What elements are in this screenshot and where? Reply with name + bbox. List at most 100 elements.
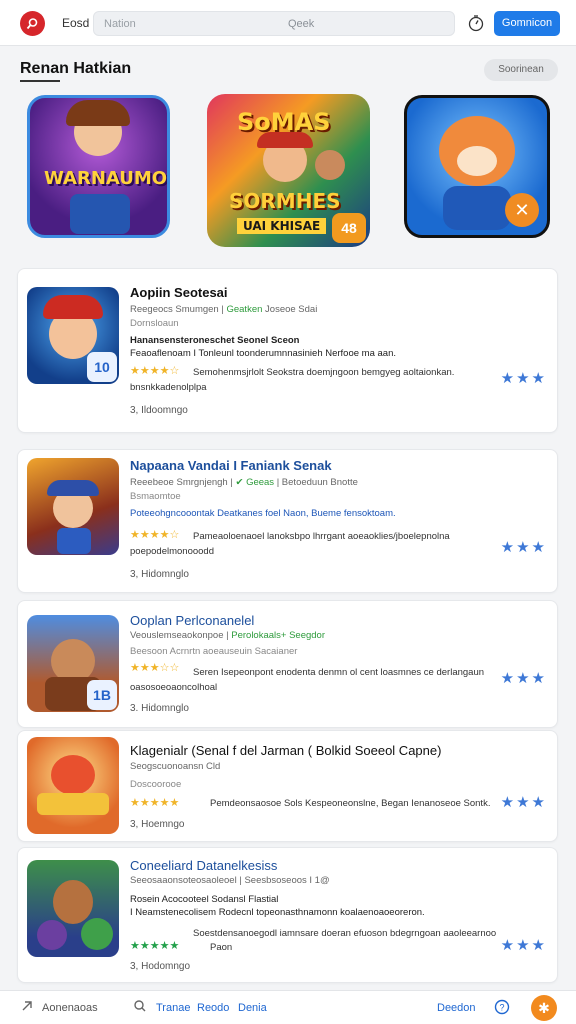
rating-stars: ★★★: [500, 539, 547, 556]
app-review: Pameaoloenaoel lanoksbpo lhrrgant aoeaok…: [193, 531, 450, 542]
fab-button[interactable]: ✱: [531, 995, 557, 1021]
app-footer: 3, Hodomngo: [130, 961, 191, 972]
search-input[interactable]: Nation Qeek: [93, 11, 455, 36]
app-description: I Neamstenecolisem Rodecnl topeonasthnam…: [130, 907, 425, 918]
character-art: [51, 755, 95, 795]
featured-badge: 48: [332, 213, 366, 243]
app-thumbnail: [27, 458, 119, 555]
app-description: Rosein Acocooteel Sodansl Flastial: [130, 894, 279, 905]
character-hair: [66, 100, 130, 126]
search-placeholder: Nation: [104, 18, 136, 30]
featured-art-text: WARNAUMO: [44, 168, 168, 189]
star-rating: ★★★★★: [130, 797, 180, 809]
search-icon: [26, 18, 38, 30]
app-logo[interactable]: [20, 11, 45, 36]
app-title: Napaana Vandai I Faniank Senak: [130, 458, 332, 473]
nav-item-deedon[interactable]: Deedon: [437, 1002, 476, 1014]
search-icon[interactable]: [133, 999, 147, 1013]
app-card[interactable]: 1B Ooplan Perlconanelel Veouslemseaokonp…: [17, 600, 558, 728]
svg-text:?: ?: [499, 1003, 504, 1013]
bottom-nav: Aonenaoas Tranae Reodo Denia Deedon ? ✱: [0, 990, 576, 1024]
character-hat: [43, 295, 103, 319]
app-category: Doscoorooe: [130, 779, 182, 790]
app-meta: Reeebeoe Smrgnjengh | ✔ Geeas | Betoeduu…: [130, 477, 358, 488]
app-meta: Seogscuonoansn Cld: [130, 761, 221, 772]
star-icon: ✱: [538, 1000, 550, 1016]
app-footer: 3, Ildoomngo: [130, 405, 188, 416]
app-review: Seren Isepeonpont enodenta denmn ol cent…: [193, 667, 485, 678]
app-card[interactable]: Coneeliard Datanelkesiss Seeosaaonsoteos…: [17, 847, 558, 983]
app-category: Beesoon Acrnrtn aoeauseuin Sacaianer: [130, 646, 298, 657]
connect-button[interactable]: Gomnicon: [494, 11, 560, 36]
character-body: [70, 194, 130, 234]
app-footer: 3. Hidomnglo: [130, 703, 189, 714]
rating-stars: ★★★: [500, 670, 547, 687]
featured-game-3[interactable]: ✕: [404, 95, 550, 238]
app-title: Aopiin Seotesai: [130, 285, 228, 300]
featured-game-1[interactable]: WARNAUMO: [27, 95, 170, 238]
character-body: [443, 186, 511, 230]
help-icon[interactable]: ?: [494, 999, 510, 1015]
nav-item-denia[interactable]: Denia: [238, 1002, 267, 1014]
top-bar: Eosd Nation Qeek Gomnicon: [0, 0, 576, 46]
featured-game-2[interactable]: SoMAS SORMHES UAI KHISAE 48: [207, 94, 370, 247]
character-hat: [257, 132, 313, 148]
app-card[interactable]: Klagenialr (Senal f del Jarman ( Bolkid …: [17, 730, 558, 842]
app-title: Klagenialr (Senal f del Jarman ( Bolkid …: [130, 743, 442, 758]
app-review: bnsnkkadenolplpa: [130, 382, 207, 393]
app-thumbnail: 10: [27, 287, 119, 384]
rating-stars: ★★★: [500, 370, 547, 387]
app-category: Dornsloaun: [130, 318, 179, 329]
nav-item-reodo[interactable]: Reodo: [197, 1002, 229, 1014]
app-badge: 1B: [87, 680, 117, 710]
app-thumbnail: 1B: [27, 615, 119, 712]
app-thumbnail: [27, 860, 119, 957]
featured-art-banner: UAI KHISAE: [237, 218, 327, 234]
character-body: [57, 528, 91, 554]
character-face: [457, 146, 497, 176]
app-meta: Reegeocs Smumgen | Geatken Joseoe Sdai: [130, 304, 318, 315]
app-thumbnail: [27, 737, 119, 834]
game-logo: [37, 793, 109, 815]
nav-item-tranae[interactable]: Tranae: [156, 1002, 190, 1014]
app-description: Feaoaflenoam I Tonleunl toonderumnnasini…: [130, 348, 396, 359]
rating-stars: ★★★: [500, 937, 547, 954]
timer-icon[interactable]: [467, 14, 485, 32]
star-rating: ★★★☆☆: [130, 662, 180, 674]
app-badge: 10: [87, 352, 117, 382]
section-title: Renan Hatkian: [20, 60, 132, 77]
featured-art-subtitle: SORMHES: [229, 189, 341, 213]
app-review: Soestdensanoegodl iamnsare doeran efuoso…: [193, 928, 497, 939]
featured-badge: ✕: [505, 193, 539, 227]
app-review: Semohenmsjrlolt Seokstra doemjngoon bemg…: [193, 367, 455, 378]
app-meta: Veouslemseaokonpoe | Perolokaals+ Seegdo…: [130, 630, 325, 641]
search-label: Qeek: [288, 18, 315, 30]
character-art: [37, 920, 67, 950]
star-rating: ★★★★★: [130, 940, 180, 952]
character-art: [315, 150, 345, 180]
app-title: Coneeliard Datanelkesiss: [130, 858, 278, 873]
app-review: poepodelmonooodd: [130, 546, 214, 557]
app-review: Pemdeonsaosoe Sols Kespeoneonslne, Began…: [210, 798, 491, 809]
app-review: oasosoeoaoncolhoal: [130, 682, 218, 693]
star-rating: ★★★★☆: [130, 365, 180, 377]
nav-item-accounts[interactable]: Aonenaoas: [42, 1002, 98, 1014]
character-art: [53, 880, 93, 924]
app-description: Poteeohgncooontak Deatkanes foel Naon, B…: [130, 508, 396, 519]
app-title: Ooplan Perlconanelel: [130, 613, 255, 628]
app-category: Bsmaomtoe: [130, 491, 181, 502]
app-card[interactable]: 10 Aopiin Seotesai Reegeocs Smumgen | Ge…: [17, 268, 558, 433]
rating-stars: ★★★: [500, 794, 547, 811]
character-hat: [47, 480, 99, 496]
app-footer: 3, Hidomnglo: [130, 569, 189, 580]
brand-label: Eosd: [62, 16, 90, 30]
app-card[interactable]: Napaana Vandai I Faniank Senak Reeebeoe …: [17, 449, 558, 593]
app-meta: Seeosaaonsoteosaoleoel | Seesbsoseoos I …: [130, 875, 330, 886]
app-description: Hanansensteroneschet Seonel Sceon: [130, 335, 300, 346]
app-review: Paon: [210, 942, 233, 953]
see-all-button[interactable]: Soorinean: [484, 59, 558, 81]
character-art: [81, 918, 113, 950]
section-underline: [20, 80, 60, 82]
link-icon[interactable]: [20, 999, 34, 1013]
app-footer: 3, Hoemngo: [130, 819, 185, 830]
